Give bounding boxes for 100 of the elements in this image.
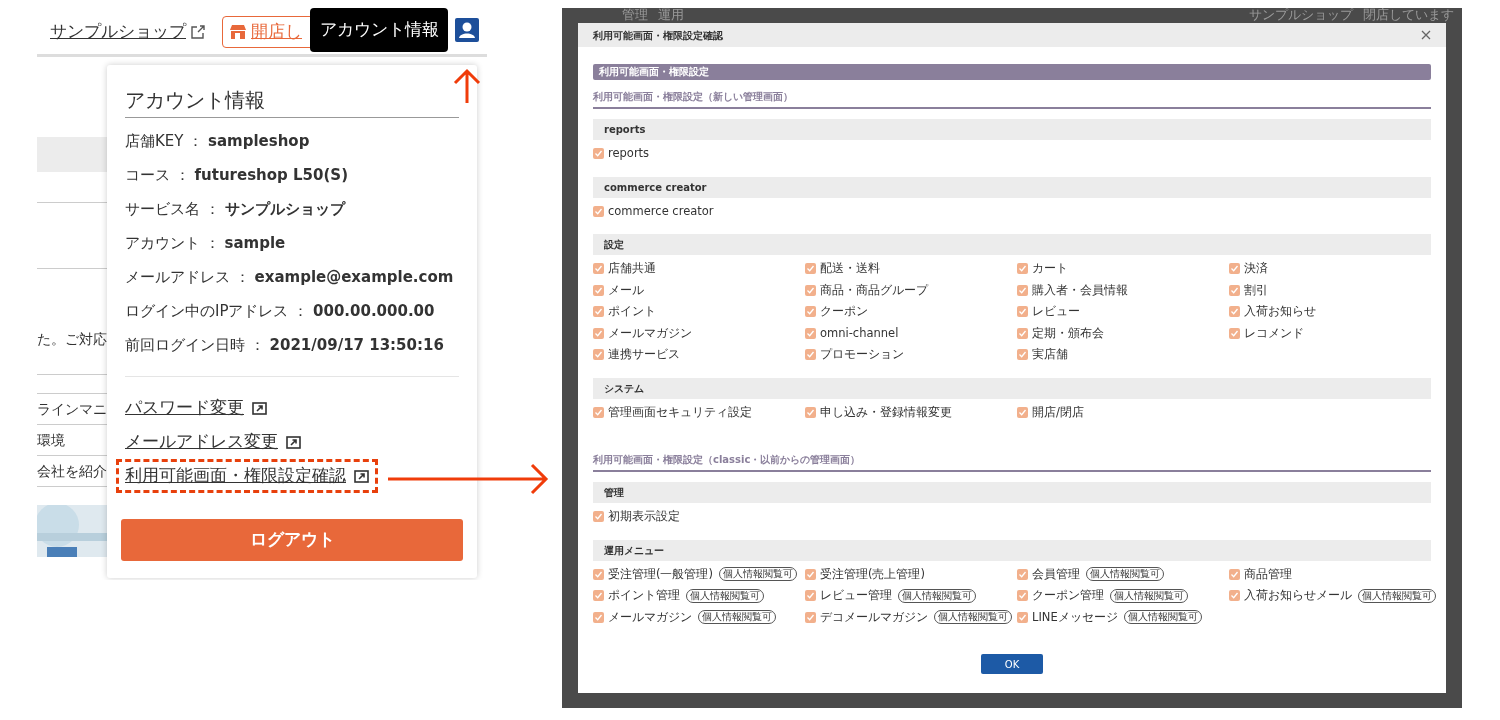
checkbox-label: 決済 xyxy=(1244,260,1268,278)
group-header: システム xyxy=(593,377,1431,399)
checkbox[interactable] xyxy=(593,511,604,523)
checkbox-label: 商品・商品グループ xyxy=(820,281,928,299)
close-icon[interactable] xyxy=(1421,30,1431,40)
group-header: 管理 xyxy=(593,482,1431,503)
arrow-icon xyxy=(452,68,482,104)
background-text: サンプルショップ xyxy=(1249,9,1353,22)
checkbox[interactable] xyxy=(1017,327,1028,339)
group-header: 設定 xyxy=(593,234,1431,255)
checkbox-label: 購入者・会員情報 xyxy=(1032,281,1128,299)
tooltip: アカウント情報 xyxy=(310,8,448,52)
checkbox[interactable] xyxy=(593,349,604,361)
checkbox[interactable] xyxy=(593,590,604,602)
background-band xyxy=(37,137,107,172)
checkbox[interactable] xyxy=(1229,590,1240,602)
checkbox[interactable] xyxy=(1017,284,1028,296)
account-field: 店舗KEY ： sampleshop xyxy=(125,124,459,158)
checkbox-label: レビュー管理 xyxy=(820,587,892,605)
store-icon xyxy=(229,24,247,40)
checkbox-label: 開店/閉店 xyxy=(1032,403,1084,421)
checkbox-label: 配送・送料 xyxy=(820,260,880,278)
menu-title: アカウント情報 xyxy=(125,85,459,118)
background-text: 環境 xyxy=(37,431,66,450)
checkbox[interactable] xyxy=(805,406,816,418)
checkbox[interactable] xyxy=(805,306,816,318)
checkbox[interactable] xyxy=(593,284,604,296)
checkbox-label: ポイント xyxy=(608,303,656,321)
checkbox-label: LINEメッセージ xyxy=(1032,608,1118,626)
group-header: 運用メニュー xyxy=(593,539,1431,561)
checkbox[interactable] xyxy=(1017,568,1028,580)
checkbox-label: 初期表示設定 xyxy=(608,508,680,526)
user-icon[interactable] xyxy=(455,18,479,42)
checkbox[interactable] xyxy=(593,327,604,339)
checkbox[interactable] xyxy=(805,568,816,580)
checkbox-label: 割引 xyxy=(1244,281,1268,299)
checkbox[interactable] xyxy=(1017,611,1028,623)
checkbox[interactable] xyxy=(805,263,816,275)
checkbox[interactable] xyxy=(1017,349,1028,361)
checkbox[interactable] xyxy=(593,406,604,418)
external-link-icon xyxy=(286,435,301,449)
subsection-title: 利用可能画面・権限設定（新しい管理画面） xyxy=(593,80,1431,109)
background-text: 閉店しています xyxy=(1363,9,1454,22)
checkbox[interactable] xyxy=(805,284,816,296)
checkbox[interactable] xyxy=(1229,327,1240,339)
checkbox-label: デコメールマガジン xyxy=(820,608,928,626)
checkbox-label: プロモーション xyxy=(820,346,904,364)
checkbox-label: 店舗共通 xyxy=(608,260,656,278)
checkbox-label: 定期・頒布会 xyxy=(1032,324,1104,342)
checkbox[interactable] xyxy=(805,327,816,339)
group-header: reports xyxy=(593,119,1431,140)
checkbox[interactable] xyxy=(1017,306,1028,318)
checkbox-label: レコメンド xyxy=(1244,324,1304,342)
account-field: メールアドレス ： example@example.com xyxy=(125,260,459,294)
checkbox-label: 管理画面セキュリティ設定 xyxy=(608,403,752,421)
checkbox-label: omni-channel xyxy=(820,324,899,342)
checkbox[interactable] xyxy=(1017,263,1028,275)
checkbox-label: 受注管理(一般管理) xyxy=(608,565,713,583)
account-field: 前回ログイン日時 ： 2021/09/17 13:50:16 xyxy=(125,328,459,362)
checkbox[interactable] xyxy=(1017,590,1028,602)
checkbox[interactable] xyxy=(593,205,604,217)
external-link-icon xyxy=(252,401,267,415)
checkbox-label: クーポン xyxy=(820,303,868,321)
checkbox-label: メールマガジン xyxy=(608,324,692,342)
checkbox-label: 会員管理 xyxy=(1032,565,1080,583)
checkbox[interactable] xyxy=(1229,306,1240,318)
checkbox[interactable] xyxy=(593,263,604,275)
checkbox-label: 商品管理 xyxy=(1244,565,1292,583)
subsection-title: 利用可能画面・権限設定（classic・以前からの管理画面） xyxy=(593,443,1431,472)
checkbox-label: 実店舗 xyxy=(1032,346,1068,364)
checkbox[interactable] xyxy=(805,349,816,361)
checkbox[interactable] xyxy=(593,611,604,623)
checkbox[interactable] xyxy=(1017,406,1028,418)
checkbox-label: レビュー xyxy=(1032,303,1080,321)
checkbox-label: カート xyxy=(1032,260,1068,278)
background-text: ラインマニ xyxy=(37,400,107,419)
checkbox-label: commerce creator xyxy=(608,202,714,220)
checkbox[interactable] xyxy=(805,611,816,623)
checkbox[interactable] xyxy=(1229,568,1240,580)
background-text: 管理 xyxy=(622,9,648,22)
checkbox-label: 受注管理(売上管理) xyxy=(820,565,925,583)
checkbox[interactable] xyxy=(1229,284,1240,296)
section-title-bar: 利用可能画面・権限設定 xyxy=(593,64,1431,80)
checkbox-label: メールマガジン xyxy=(608,608,692,626)
external-link-icon xyxy=(354,469,369,483)
checkbox-label: クーポン管理 xyxy=(1032,587,1104,605)
checkbox-label: 連携サービス xyxy=(608,346,680,364)
background-text: 運用 xyxy=(658,9,684,22)
checkbox-label: 入荷お知らせ xyxy=(1244,303,1316,321)
ok-button[interactable]: OK xyxy=(981,654,1043,674)
external-link-icon xyxy=(190,23,206,40)
account-field: コース ： futureshop L50(S) xyxy=(125,158,459,192)
checkbox-label: 申し込み・登録情報変更 xyxy=(820,403,952,421)
checkbox-label: 入荷お知らせメール xyxy=(1244,587,1352,605)
checkbox[interactable] xyxy=(593,148,604,160)
group-header: commerce creator xyxy=(593,176,1431,198)
checkbox[interactable] xyxy=(593,568,604,580)
checkbox[interactable] xyxy=(1229,263,1240,275)
checkbox[interactable] xyxy=(593,306,604,318)
checkbox[interactable] xyxy=(805,590,816,602)
